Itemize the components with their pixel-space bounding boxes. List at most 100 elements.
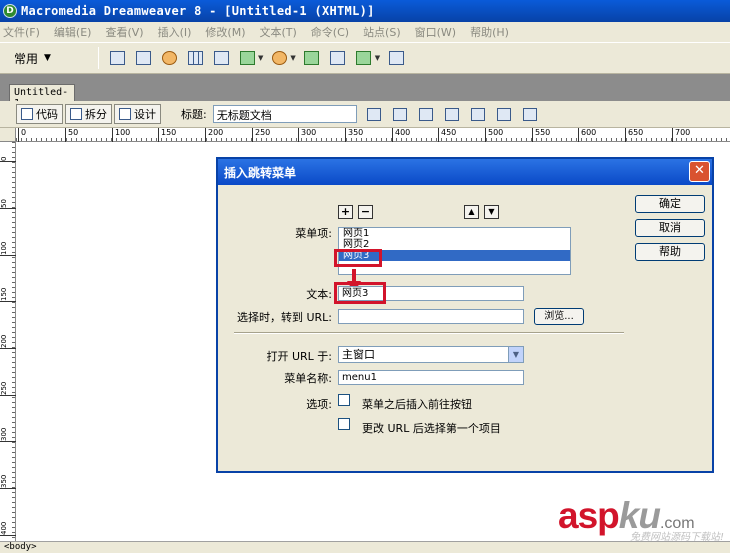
ruler-tick: 150 xyxy=(0,284,16,302)
ruler-tick: 700 xyxy=(672,128,690,142)
text-label: 文本: xyxy=(306,288,332,301)
visual-aids-icon[interactable] xyxy=(521,105,539,123)
ruler-tick: 650 xyxy=(625,128,643,142)
document-tab[interactable]: Untitled-1 xyxy=(9,84,75,109)
ok-button[interactable]: 确定 xyxy=(635,195,705,213)
section-divider xyxy=(234,332,624,334)
goto-url-label: 选择时，转到 URL: xyxy=(236,311,332,324)
dialog-body: + − ▲ ▼ 菜单项: 网页1 网页2 网页3 文本: 网页3 选择时，转到 … xyxy=(218,185,712,471)
design-view-button[interactable]: 设计 xyxy=(114,104,161,124)
annotation-highlight-box xyxy=(334,282,386,304)
menu-name-label: 菜单名称: xyxy=(284,372,332,385)
move-up-button[interactable]: ▲ xyxy=(464,205,479,219)
ruler-tick: 350 xyxy=(0,471,16,489)
template-dropdown-icon[interactable]: ▼ xyxy=(375,54,380,62)
dialog-title: 插入跳转菜单 xyxy=(224,165,297,180)
ruler-tick: 0 xyxy=(18,128,26,142)
tag-selector-body[interactable]: <body> xyxy=(4,542,37,552)
tag-chooser-icon[interactable] xyxy=(386,48,406,68)
media-dropdown-icon[interactable]: ▼ xyxy=(290,54,295,62)
preview-browser-icon[interactable] xyxy=(443,105,461,123)
menu-help[interactable]: 帮助(H) xyxy=(470,24,509,40)
select-first-item-checkbox[interactable] xyxy=(338,418,350,430)
dreamweaver-logo-icon: D xyxy=(3,4,17,18)
ruler-tick: 50 xyxy=(0,191,16,209)
media-icon[interactable] xyxy=(269,48,289,68)
add-item-button[interactable]: + xyxy=(338,205,353,219)
design-view-icon xyxy=(119,108,131,120)
ruler-tick: 150 xyxy=(158,128,176,142)
comment-icon[interactable] xyxy=(328,48,348,68)
ruler-tick: 200 xyxy=(205,128,223,142)
hyperlink-icon[interactable] xyxy=(107,48,127,68)
menu-text[interactable]: 文本(T) xyxy=(259,24,296,40)
open-url-in-select[interactable]: 主窗口 ▼ xyxy=(338,346,524,363)
cancel-button[interactable]: 取消 xyxy=(635,219,705,237)
browse-button[interactable]: 浏览... xyxy=(534,308,584,325)
ruler-tick: 300 xyxy=(0,424,16,442)
menu-commands[interactable]: 命令(C) xyxy=(311,24,349,40)
menu-items-label: 菜单项: xyxy=(295,227,332,240)
menu-name-input[interactable]: menu1 xyxy=(338,370,524,385)
refresh-icon[interactable] xyxy=(469,105,487,123)
code-view-button[interactable]: 代码 xyxy=(16,104,63,124)
aspku-watermark: aspku.com 免费网站源码下载站! xyxy=(558,495,726,543)
menu-modify[interactable]: 修改(M) xyxy=(205,24,245,40)
open-url-in-value: 主窗口 xyxy=(342,348,375,361)
image-dropdown-icon[interactable]: ▼ xyxy=(258,54,263,62)
validate-markup-icon[interactable] xyxy=(391,105,409,123)
close-icon[interactable]: ✕ xyxy=(689,161,710,182)
ruler-tick: 450 xyxy=(438,128,456,142)
ruler-tick: 50 xyxy=(65,128,78,142)
date-icon[interactable] xyxy=(302,48,322,68)
insert-go-button-label: 菜单之后插入前往按钮 xyxy=(362,398,472,411)
ruler-tick: 250 xyxy=(252,128,270,142)
annotation-highlight-box xyxy=(334,249,382,267)
ruler-corner xyxy=(0,128,16,142)
window-title: Macromedia Dreamweaver 8 - [Untitled-1 (… xyxy=(21,4,375,18)
insert-toolbar: 常用 ▼ ▼ ▼ ▼ xyxy=(0,42,730,74)
browser-check-icon[interactable] xyxy=(365,105,383,123)
table-icon[interactable] xyxy=(185,48,205,68)
remove-item-button[interactable]: − xyxy=(358,205,373,219)
move-down-button[interactable]: ▼ xyxy=(484,205,499,219)
document-toolbar: 代码 拆分 设计 标题: 无标题文档 xyxy=(0,101,730,128)
chevron-down-icon: ▼ xyxy=(44,53,51,63)
split-view-label: 拆分 xyxy=(85,108,107,121)
file-management-icon[interactable] xyxy=(417,105,435,123)
goto-url-input[interactable] xyxy=(338,309,524,324)
ruler-tick: 350 xyxy=(345,128,363,142)
insert-jump-menu-dialog: 插入跳转菜单 ✕ + − ▲ ▼ 菜单项: 网页1 网页2 网页3 文本: 网页… xyxy=(216,157,714,473)
split-view-icon xyxy=(70,108,82,120)
email-link-icon[interactable] xyxy=(133,48,153,68)
watermark-asp: asp xyxy=(558,495,620,536)
list-item[interactable]: 网页1 xyxy=(339,228,570,239)
help-button[interactable]: 帮助 xyxy=(635,243,705,261)
open-url-in-label: 打开 URL 于: xyxy=(266,350,332,363)
named-anchor-icon[interactable] xyxy=(159,48,179,68)
menu-edit[interactable]: 编辑(E) xyxy=(54,24,92,40)
horizontal-ruler: 0 50 100 150 200 250 300 350 400 450 500… xyxy=(16,128,730,142)
ruler-tick: 100 xyxy=(112,128,130,142)
menu-site[interactable]: 站点(S) xyxy=(363,24,401,40)
view-options-icon[interactable] xyxy=(495,105,513,123)
image-icon[interactable] xyxy=(237,48,257,68)
menu-view[interactable]: 查看(V) xyxy=(105,24,143,40)
insert-go-button-checkbox[interactable] xyxy=(338,394,350,406)
menu-insert[interactable]: 插入(I) xyxy=(158,24,192,40)
page-title-input[interactable]: 无标题文档 xyxy=(212,105,357,123)
toolbar-separator xyxy=(98,47,99,69)
insert-category-label: 常用 xyxy=(14,51,39,66)
ruler-tick: 100 xyxy=(0,238,16,256)
menu-window[interactable]: 窗口(W) xyxy=(415,24,456,40)
insert-category-select[interactable]: 常用 ▼ xyxy=(14,50,74,67)
template-icon[interactable] xyxy=(354,48,374,68)
ruler-tick: 550 xyxy=(532,128,550,142)
menu-file[interactable]: 文件(F) xyxy=(3,24,40,40)
ruler-tick: 400 xyxy=(0,518,16,536)
chevron-down-icon: ▼ xyxy=(508,347,523,362)
ruler-tick: 250 xyxy=(0,378,16,396)
layer-icon[interactable] xyxy=(211,48,231,68)
split-view-button[interactable]: 拆分 xyxy=(65,104,112,124)
ruler-tick: 0 xyxy=(0,144,16,162)
